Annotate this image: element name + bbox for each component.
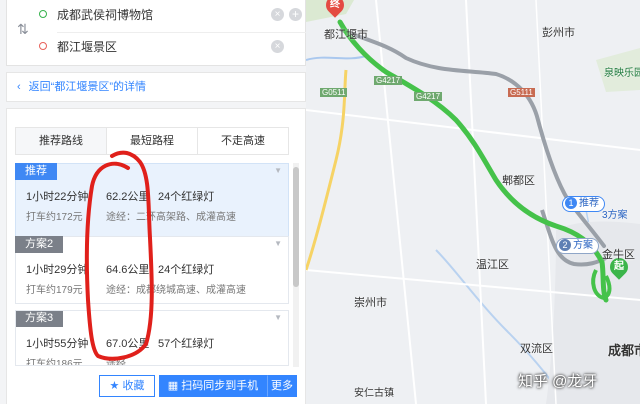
map-label-chongzhou: 崇州市 (354, 297, 387, 309)
plan-taxi-fare: 打车约179元 (26, 285, 83, 296)
route-plan-2[interactable]: 方案2 ▼ 1小时29分钟 64.6公里 24个红绿灯 打车约179元 途经：成… (15, 236, 289, 304)
origin-row[interactable]: 成都武侯祠博物馆 × + (35, 4, 303, 26)
destination-row[interactable]: 都江堰景区 × (35, 36, 303, 58)
map-label-g5111: G5111 (508, 88, 535, 97)
plan-traffic-lights: 24个红绿灯 (158, 191, 215, 203)
qr-code-icon: ▦ (167, 380, 179, 392)
map-label-g0511: G0511 (320, 88, 348, 97)
map-label-quanyin: 泉映乐园 (604, 68, 640, 79)
plan-distance: 62.2公里 (106, 191, 150, 203)
plan-via: 途经 (106, 359, 126, 366)
map-label-shuangliu: 双流区 (520, 343, 553, 355)
route-input-box: ⇅ 成都武侯祠博物馆 × + 都江堰景区 × (6, 0, 306, 66)
origin-input[interactable]: 成都武侯祠博物馆 (57, 6, 153, 23)
route-panel: ⇅ 成都武侯祠博物馆 × + 都江堰景区 × ‹ 返回“都江堰景区”的详情 推荐路… (0, 0, 306, 404)
route-pin-plan-2[interactable]: 2 方案 (556, 238, 599, 254)
sync-to-phone-button[interactable]: ▦ 扫码同步到手机 (159, 375, 267, 397)
route-pin-recommended[interactable]: 1 推荐 (562, 196, 605, 212)
route-plan-recommended[interactable]: 推荐 ▼ 1小时22分钟 62.2公里 24个红绿灯 打车约172元 途经：二环… (15, 163, 289, 239)
sync-to-phone-label: 扫码同步到手机 (181, 380, 259, 392)
star-icon: ★ (109, 380, 120, 392)
plan-via: 途经：成都绕城高速、成灌高速 (106, 285, 246, 296)
more-button[interactable]: 更多 (267, 375, 297, 397)
back-link[interactable]: ‹ 返回“都江堰景区”的详情 (6, 72, 306, 102)
tab-shortest[interactable]: 最短路程 (107, 128, 198, 154)
map-label-pengzhou: 彭州市 (542, 27, 575, 39)
plan-badge: 方案2 (15, 236, 64, 253)
map-label-jinniu: 金牛区 (602, 249, 635, 261)
map-label-pidu: 郫都区 (502, 175, 535, 187)
origin-dot-icon (39, 10, 47, 18)
plan-distance: 64.6公里 (106, 264, 150, 276)
destination-dot-icon (39, 42, 47, 50)
map-view[interactable]: 终 起 都江堰市 彭州市 G4217 G4217 G0511 G5111 泉映乐… (306, 0, 640, 404)
plan-badge: 方案3 (16, 311, 64, 327)
watermark: 知乎 @龙牙 (518, 373, 598, 390)
route-results: 推荐路线 最短路程 不走高速 推荐 ▼ 1小时22分钟 62.2公里 24个红绿… (6, 108, 306, 404)
back-link-label: 返回“都江堰景区”的详情 (28, 81, 146, 93)
caret-down-icon: ▼ (274, 239, 282, 248)
plan-via: 途经：二环高架路、成灌高速 (106, 212, 236, 223)
route-tabs: 推荐路线 最短路程 不走高速 (15, 127, 289, 155)
plan-distance: 67.0公里 (106, 338, 150, 350)
tab-no-highway[interactable]: 不走高速 (198, 128, 288, 154)
plan-duration: 1小时29分钟 (26, 264, 89, 276)
map-label-g4217-b: G4217 (414, 92, 443, 101)
plan-traffic-lights: 24个红绿灯 (158, 264, 215, 276)
tab-recommended[interactable]: 推荐路线 (16, 128, 107, 154)
action-footer: ★ 收藏 ▦ 扫码同步到手机 更多 (7, 367, 305, 404)
plan-duration: 1小时55分钟 (26, 338, 89, 350)
plan-traffic-lights: 57个红绿灯 (158, 338, 215, 350)
route-divider (57, 32, 306, 33)
destination-input[interactable]: 都江堰景区 (57, 38, 117, 55)
plan-duration: 1小时22分钟 (26, 191, 89, 203)
route-plan-3[interactable]: 方案3 ▼ 1小时55分钟 67.0公里 57个红绿灯 打车约186元 途经 (15, 310, 289, 366)
map-label-chengdu: 成都市 (608, 343, 640, 358)
route-pin-plan-3[interactable]: 3方案 (602, 206, 628, 221)
map-label-wenjiang: 温江区 (476, 259, 509, 271)
favorite-button[interactable]: ★ 收藏 (99, 375, 155, 397)
swap-icon[interactable]: ⇅ (17, 22, 29, 36)
favorite-label: 收藏 (122, 380, 145, 392)
chevron-left-icon: ‹ (17, 81, 21, 93)
plan-taxi-fare: 打车约186元 (26, 359, 83, 366)
scrollbar-thumb[interactable] (293, 167, 299, 287)
clear-destination-icon[interactable]: × (271, 40, 284, 53)
add-waypoint-icon[interactable]: + (289, 8, 302, 21)
caret-down-icon: ▼ (274, 166, 282, 175)
plan-taxi-fare: 打车约172元 (26, 212, 83, 223)
caret-down-icon: ▼ (274, 313, 282, 322)
map-label-dujiangyan: 都江堰市 (324, 29, 368, 41)
plan-badge: 推荐 (15, 163, 57, 180)
clear-origin-icon[interactable]: × (271, 8, 284, 21)
map-label-g4217-a: G4217 (374, 76, 403, 85)
map-label-anren: 安仁古镇 (354, 388, 394, 399)
